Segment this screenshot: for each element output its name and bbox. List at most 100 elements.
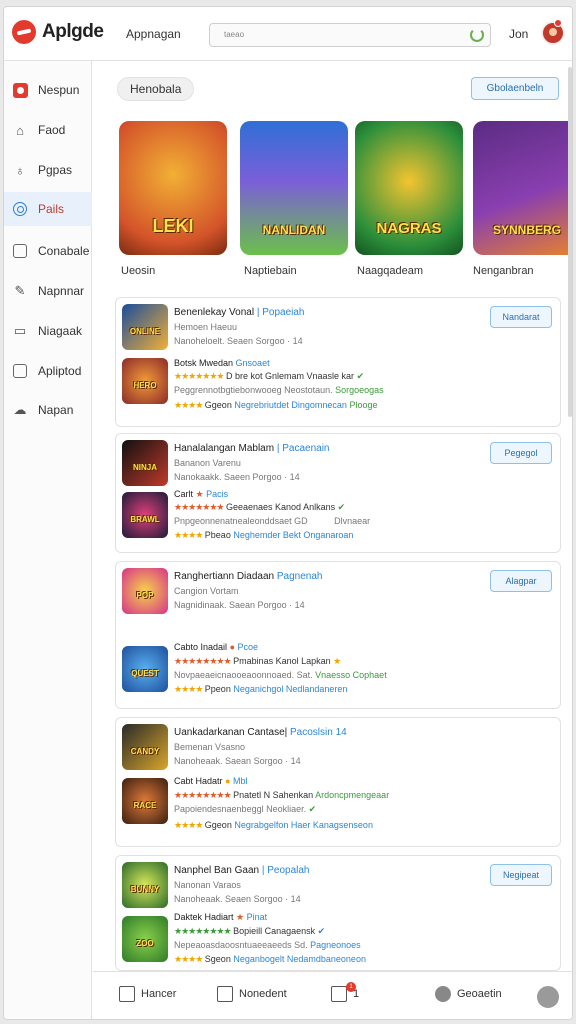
card-row: Peggrennotbgtiebonwooeg Neostotaun. Sorg…: [174, 385, 384, 395]
card-row: ★★★★★★★★ Pnatetl N Sahenkan Ardoncpmenge…: [174, 790, 390, 800]
game-card[interactable]: Alagpar POP Ranghertiann Diadaan Pagnena…: [115, 561, 561, 709]
card-subtitle: Bemenan Vsasno: [174, 742, 246, 752]
banner-art-text: NANLIDAN: [262, 223, 326, 237]
card-action-button[interactable]: Alagpar: [490, 570, 552, 592]
card-title[interactable]: Nanphel Ban Gaan | Peopalah: [174, 865, 310, 876]
user-name[interactable]: Jon: [509, 27, 528, 41]
game-thumbnail[interactable]: BRAWL: [122, 492, 168, 538]
sidebar-item-napan[interactable]: ☁ Napan: [4, 393, 92, 427]
card-meta: Nanokaakk. Saeen Porgoo · 14: [174, 472, 300, 482]
game-card[interactable]: Negipeat BUNNY Nanphel Ban Gaan | Peopal…: [115, 855, 561, 971]
bottom-item-geoaetin[interactable]: Geoaetin: [435, 986, 502, 1002]
sidebar-item-label: Nespun: [38, 83, 80, 97]
cloud-icon: ☁: [13, 402, 27, 417]
game-thumbnail[interactable]: BUNNY: [122, 862, 168, 908]
user-icon: [435, 986, 451, 1002]
sidebar-item-label: Pgpas: [38, 163, 73, 177]
card-action-button[interactable]: Pegegol: [490, 442, 552, 464]
rating-stars: ★★★★: [174, 530, 203, 540]
sidebar-item-napnnar[interactable]: ✎ Napnnar: [4, 274, 92, 308]
sidebar-item-pgpas[interactable]: ♁ Pgpas: [4, 153, 92, 187]
card-row: ★★★★★★★ D bre kot Gnlemam Vnaasle kar ✔: [174, 371, 365, 381]
game-thumbnail[interactable]: CANDY: [122, 724, 168, 770]
card-action-button[interactable]: Nandarat: [490, 306, 552, 328]
card-meta: Nanoheaak. Seaen Sorgoo · 14: [174, 894, 301, 904]
bottom-item-nonedent[interactable]: Nonedent: [217, 986, 287, 1002]
profile-avatar[interactable]: [537, 986, 559, 1008]
card-row: ★★★★★★★★ Bopieill Canagaensk ✔: [174, 926, 326, 936]
card-meta: Nanoheloelt. Seaen Sorgoo · 14: [174, 336, 303, 346]
sidebar-item-apliptod[interactable]: Apliptod: [4, 354, 92, 388]
card-row: ★★★★ Ggeon Negrebriutdet Dingomnecan Plo…: [174, 400, 378, 410]
sidebar-item-nespun[interactable]: Nespun: [4, 73, 92, 107]
card-title[interactable]: Ranghertiann Diadaan Pagnenah: [174, 571, 322, 582]
rating-stars: ★★★★: [174, 400, 203, 410]
game-thumbnail[interactable]: NINJA: [122, 440, 168, 486]
sidebar-item-label: Napan: [38, 403, 74, 417]
brand-name[interactable]: Aplgde: [42, 21, 104, 43]
banner-art-text: NAGRAS: [376, 220, 442, 237]
banner-label[interactable]: Naagqadeam: [357, 265, 423, 277]
rating-stars: ★★★★: [174, 954, 203, 964]
sidebar-item-niagaak[interactable]: ▭ Niagaak: [4, 314, 92, 348]
featured-banner-2[interactable]: NANLIDAN: [240, 121, 348, 255]
banner-label[interactable]: Nenganbran: [473, 265, 534, 277]
rating-stars: ★★★★★★★★: [174, 656, 232, 666]
game-card[interactable]: CANDY Uankadarkanan Cantase| Pacoslsin 1…: [115, 717, 561, 847]
scrollbar[interactable]: [568, 67, 572, 417]
card-row: Daktek Hadiart ★ Pinat: [174, 912, 268, 922]
notification-badge: 1: [346, 982, 356, 992]
bottom-item-table[interactable]: 1 1: [331, 982, 359, 1002]
bottom-item-hancer[interactable]: Hancer: [119, 986, 176, 1002]
header-nav-link[interactable]: Appnagan: [126, 27, 181, 41]
card-row: ★★★★★★★★ Pmabinas Kanol Lapkan ★: [174, 656, 342, 666]
game-thumbnail[interactable]: ZOO: [122, 916, 168, 962]
rating-stars: ★★★★★★★★: [174, 790, 232, 800]
game-card[interactable]: Nandarat ONLINE Benenlekay Vonal | Popae…: [115, 297, 561, 427]
featured-banner-1[interactable]: LEKI: [119, 121, 227, 255]
card-title[interactable]: Uankadarkanan Cantase| Pacoslsin 14: [174, 727, 347, 738]
pen-icon: ✎: [14, 283, 26, 298]
bottom-item-label: Nonedent: [239, 988, 287, 1000]
sidebar-item-conabale[interactable]: Conabale: [4, 234, 92, 268]
search-input[interactable]: taeao: [209, 23, 491, 47]
game-card[interactable]: Pegegol NINJA Hanalalangan Mablam | Paca…: [115, 433, 561, 553]
game-thumbnail[interactable]: HERO: [122, 358, 168, 404]
sidebar-item-faod[interactable]: ⌂ Faod: [4, 113, 92, 147]
sidebar-item-label: Apliptod: [38, 364, 82, 378]
game-thumbnail[interactable]: QUEST: [122, 646, 168, 692]
card-action-button[interactable]: Negipeat: [490, 864, 552, 886]
top-header: Aplgde Appnagan taeao Jon: [4, 7, 572, 61]
section-pill[interactable]: Henobala: [117, 77, 195, 101]
banner-art-text: SYNNBERG: [492, 223, 561, 237]
card-row: Botsk Mwedan Gnsoaet: [174, 358, 270, 368]
card-subtitle: Bananon Varenu: [174, 458, 241, 468]
card-row: ★★★★★★★ Geeaenaes Kanod Anlkans ✔: [174, 502, 346, 512]
game-thumbnail[interactable]: RACE: [122, 778, 168, 824]
edit-icon: [217, 986, 233, 1002]
banner-label[interactable]: Ueosin: [121, 265, 155, 277]
card-title[interactable]: Benenlekay Vonal | Popaeiah: [174, 307, 305, 318]
card-subtitle: Nanonan Varaos: [174, 880, 241, 890]
game-thumbnail[interactable]: ONLINE: [122, 304, 168, 350]
rating-stars: ★★★★★★★: [174, 371, 224, 381]
sidebar-item-label: Conabale: [38, 244, 90, 258]
bottom-item-label: Hancer: [141, 988, 177, 1000]
search-placeholder: taeao: [224, 30, 245, 39]
bottom-item-label: Geoaetin: [457, 988, 502, 1000]
app-icon: [12, 82, 28, 98]
top-action-button[interactable]: Gbolaenbeln: [471, 77, 559, 100]
brand-logo-icon[interactable]: [12, 20, 36, 44]
app-window: Aplgde Appnagan taeao Jon Nespun ⌂ Faod …: [3, 6, 573, 1020]
refresh-icon[interactable]: [470, 28, 484, 42]
card-row: Carlt ★ Pacis: [174, 489, 229, 499]
banner-art-text: LEKI: [152, 216, 194, 236]
featured-banner-4[interactable]: SYNNBERG: [473, 121, 572, 255]
featured-banner-3[interactable]: NAGRAS: [355, 121, 463, 255]
banner-label[interactable]: Naptiebain: [244, 265, 297, 277]
sidebar-item-pails[interactable]: Pails: [4, 192, 92, 226]
card-title[interactable]: Hanalalangan Mablam | Pacaenain: [174, 443, 330, 454]
target-icon: [12, 201, 28, 217]
document-icon: [12, 363, 28, 379]
game-thumbnail[interactable]: POP: [122, 568, 168, 614]
